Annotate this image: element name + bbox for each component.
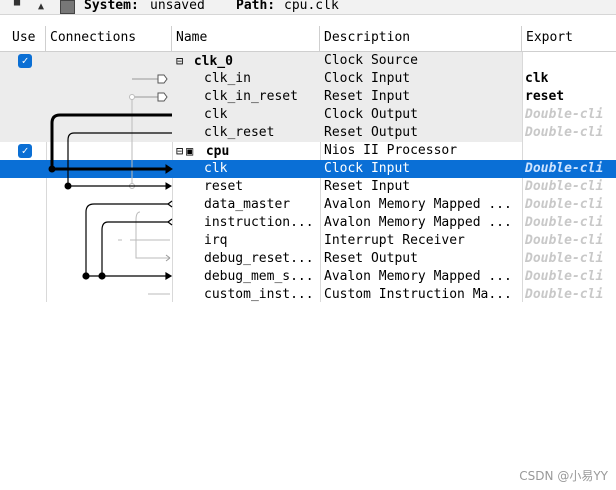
port-symbol (132, 74, 168, 102)
watermark: CSDN @小易YY (519, 469, 608, 483)
faint-connection-lines (118, 94, 170, 295)
connections-diagram[interactable] (0, 0, 616, 490)
reset-connection (64, 132, 172, 190)
